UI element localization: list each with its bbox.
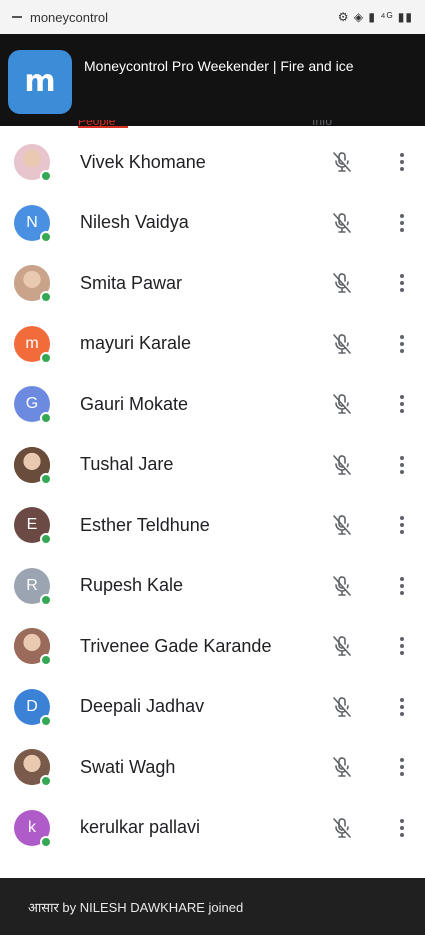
- participant-row[interactable]: k kerulkar pallavi: [0, 798, 425, 859]
- online-status-dot: [40, 654, 52, 667]
- mic-off-icon: [330, 211, 354, 235]
- participant-name: Smita Pawar: [80, 272, 183, 293]
- participant-row[interactable]: Swati Wagh: [0, 737, 425, 798]
- status-app-name: moneycontrol: [30, 9, 109, 25]
- avatar-initial: m: [25, 334, 39, 352]
- participant-name: Tushal Jare: [80, 454, 174, 475]
- participant-name: mayuri Karale: [80, 333, 192, 354]
- avatar-initial: E: [26, 516, 38, 534]
- participant-name: Esther Teldhune: [80, 514, 210, 535]
- mic-off-icon: [330, 453, 354, 477]
- notification-icon: [12, 16, 22, 18]
- more-options-icon[interactable]: [392, 816, 412, 840]
- avatar: E: [14, 507, 52, 546]
- mic-off-icon: [330, 332, 354, 356]
- avatar-initial: R: [26, 576, 38, 594]
- participant-row[interactable]: Vivek Khomane: [0, 132, 425, 193]
- mic-off-icon: [330, 150, 354, 174]
- online-status-dot: [40, 412, 52, 425]
- avatar-initial: G: [25, 395, 39, 413]
- participant-name: Gauri Mokate: [80, 393, 189, 414]
- mic-off-icon: [330, 816, 354, 840]
- toast-message: आसार by NILESH DAWKHARE joined: [28, 899, 244, 915]
- banner-title: Moneycontrol Pro Weekender | Fire and ic…: [84, 58, 354, 74]
- participant-row[interactable]: Tushal Jare: [0, 435, 425, 496]
- mic-off-icon: [330, 574, 354, 598]
- avatar: m: [14, 325, 52, 364]
- participant-row[interactable]: D Deepali Jadhav: [0, 677, 425, 738]
- join-toast: आसार by NILESH DAWKHARE joined: [0, 878, 425, 935]
- online-status-dot: [40, 835, 52, 848]
- avatar: k: [14, 809, 52, 848]
- participant-row[interactable]: R Rupesh Kale: [0, 556, 425, 617]
- participant-row[interactable]: E Esther Teldhune: [0, 495, 425, 556]
- more-options-icon[interactable]: [392, 634, 412, 658]
- online-status-dot: [40, 472, 52, 485]
- online-status-dot: [40, 230, 52, 243]
- participant-row[interactable]: G Gauri Mokate: [0, 374, 425, 435]
- more-options-icon[interactable]: [392, 211, 412, 235]
- more-options-icon[interactable]: [392, 574, 412, 598]
- mic-off-icon: [330, 271, 354, 295]
- avatar: G: [14, 386, 52, 425]
- active-tab-indicator: [78, 126, 128, 128]
- participant-name: Swati Wagh: [80, 756, 176, 777]
- more-options-icon[interactable]: [392, 695, 412, 719]
- avatar: [14, 144, 52, 183]
- avatar: R: [14, 567, 52, 606]
- participant-row[interactable]: N Nilesh Vaidya: [0, 193, 425, 254]
- mic-off-icon: [330, 392, 354, 416]
- online-status-dot: [40, 775, 52, 788]
- more-options-icon[interactable]: [392, 755, 412, 779]
- tab-info[interactable]: Info: [312, 120, 332, 128]
- participant-name: Deepali Jadhav: [80, 696, 205, 717]
- participant-row[interactable]: m mayuri Karale: [0, 314, 425, 375]
- participants-list: Vivek Khomane N Nilesh Vaidya Smita Pawar m m…: [0, 132, 425, 858]
- app-logo-letter: m: [24, 64, 56, 99]
- more-options-icon[interactable]: [392, 392, 412, 416]
- online-status-dot: [40, 291, 52, 304]
- participant-row[interactable]: Smita Pawar: [0, 253, 425, 314]
- mic-off-icon: [330, 513, 354, 537]
- avatar-initial: D: [26, 697, 38, 715]
- app-logo: m: [8, 50, 72, 114]
- avatar: [14, 446, 52, 485]
- online-status-dot: [40, 351, 52, 364]
- participant-name: Rupesh Kale: [80, 575, 184, 596]
- online-status-dot: [40, 593, 52, 606]
- participant-name: Vivek Khomane: [80, 151, 206, 172]
- avatar: [14, 628, 52, 667]
- online-status-dot: [40, 533, 52, 546]
- avatar: N: [14, 204, 52, 243]
- participant-row[interactable]: Trivenee Gade Karande: [0, 616, 425, 677]
- avatar: [14, 265, 52, 304]
- more-options-icon[interactable]: [392, 513, 412, 537]
- more-options-icon[interactable]: [392, 332, 412, 356]
- more-options-icon[interactable]: [392, 453, 412, 477]
- avatar-initial: k: [28, 818, 36, 836]
- online-status-dot: [40, 714, 52, 727]
- avatar: D: [14, 688, 52, 727]
- participant-name: Nilesh Vaidya: [80, 212, 189, 233]
- mic-off-icon: [330, 755, 354, 779]
- participant-name: kerulkar pallavi: [80, 817, 201, 838]
- status-bar: moneycontrol ⚙ ◈ ▮ ⁴ᴳ ▮▮: [0, 0, 425, 34]
- system-status-icons: ⚙ ◈ ▮ ⁴ᴳ ▮▮: [337, 10, 413, 24]
- more-options-icon[interactable]: [392, 271, 412, 295]
- notification-banner[interactable]: m Moneycontrol Pro Weekender | Fire and …: [0, 34, 425, 126]
- participant-name: Trivenee Gade Karande: [80, 635, 272, 656]
- avatar: [14, 749, 52, 788]
- avatar-initial: N: [26, 213, 38, 231]
- mic-off-icon: [330, 695, 354, 719]
- online-status-dot: [40, 170, 52, 183]
- mic-off-icon: [330, 634, 354, 658]
- more-options-icon[interactable]: [392, 150, 412, 174]
